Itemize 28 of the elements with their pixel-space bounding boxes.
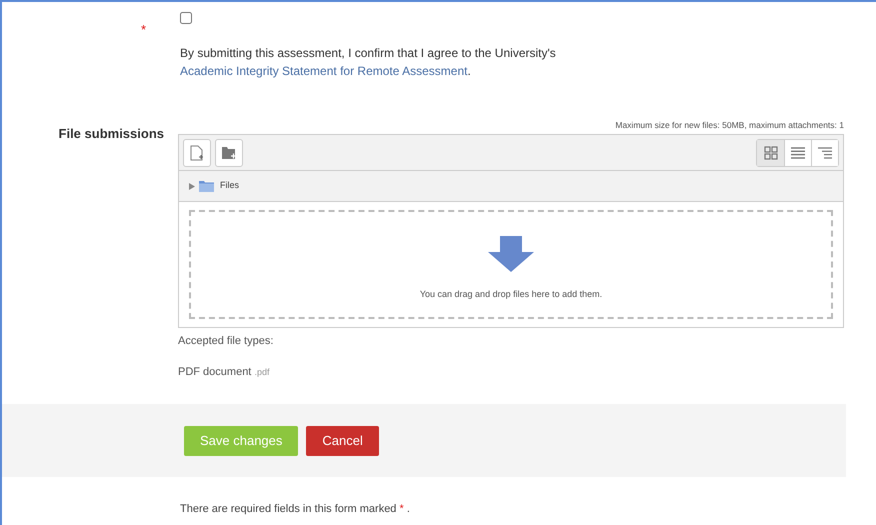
- folder-icon: [199, 180, 214, 192]
- add-folder-icon: [221, 146, 237, 160]
- create-folder-button[interactable]: [215, 138, 243, 166]
- folder-name: Files: [220, 179, 240, 192]
- file-limits: Maximum size for new files: 50MB, maximum attachments: 1: [615, 119, 844, 132]
- integrity-statement-link[interactable]: Academic Integrity Statement for Remote Assessment: [180, 64, 468, 78]
- field-label: File submissions: [58, 125, 164, 143]
- new-file-icon: [190, 144, 204, 160]
- collapsed-arrow-icon[interactable]: [189, 182, 195, 190]
- list-view-icon: [791, 146, 805, 158]
- required-mark: *: [140, 21, 146, 39]
- grid-view-icon: [764, 146, 778, 160]
- drop-zone[interactable]: You can drag and drop files here to add them.: [189, 210, 833, 319]
- required-mark: *: [400, 503, 404, 515]
- file-extension: .pdf: [254, 366, 270, 376]
- view-mode-button[interactable]: [811, 140, 838, 166]
- add-file-button[interactable]: [183, 138, 211, 166]
- period: .: [406, 503, 410, 515]
- drop-hint: You can drag and drop files here to add them.: [420, 288, 602, 301]
- accepted-types-label: Accepted file types:: [178, 334, 274, 349]
- required-fields-note: There are required fields in this form marked: [180, 503, 396, 515]
- tree-view-icon: [818, 146, 832, 158]
- agreement-text: By submitting this assessment, I confirm that I agree to the University's Academic Integrity Statement for Remote Assessment.: [180, 45, 557, 80]
- view-mode-button[interactable]: [757, 140, 784, 166]
- cancel-button[interactable]: Cancel: [306, 426, 379, 456]
- file-type-name: PDF document: [178, 366, 252, 378]
- agreement-checkbox[interactable]: [180, 12, 192, 24]
- down-arrow-icon: [488, 236, 534, 272]
